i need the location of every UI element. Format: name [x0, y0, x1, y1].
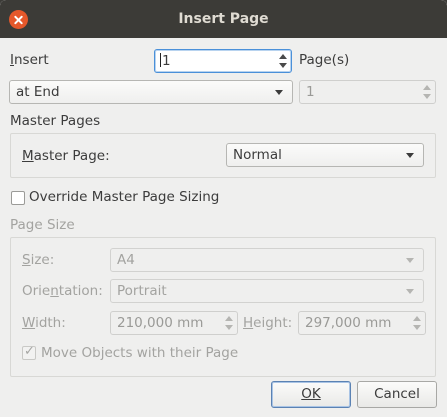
master-page-label: Master Page: — [22, 148, 110, 164]
insert-count-spinbox[interactable]: 1 — [154, 49, 292, 73]
ok-button[interactable]: OK — [271, 381, 351, 408]
insert-position-select[interactable]: at End — [9, 80, 293, 104]
master-page-select[interactable]: Normal — [226, 143, 424, 167]
move-objects-label: Move Objects with their Page — [41, 345, 239, 361]
insert-page-dialog: Insert Page Insert 1 Page(s) at End 1 Ma… — [0, 0, 447, 417]
spin-up-icon[interactable] — [423, 85, 431, 90]
override-sizing-checkbox[interactable] — [11, 191, 25, 205]
size-label: Size: — [22, 252, 55, 268]
size-select[interactable]: A4 — [110, 248, 424, 272]
insert-position-value: at End — [16, 84, 60, 100]
orientation-value: Portrait — [117, 283, 167, 299]
pages-label: Page(s) — [299, 52, 350, 68]
spin-down-icon[interactable] — [279, 63, 287, 68]
insert-count-value: 1 — [162, 53, 171, 69]
master-page-value: Normal — [233, 147, 282, 163]
width-label: Width: — [22, 315, 66, 331]
height-stepper[interactable] — [409, 312, 425, 334]
checkmark-icon: ✓ — [24, 344, 35, 359]
chevron-down-icon — [275, 90, 283, 95]
move-objects-checkbox[interactable]: ✓ — [22, 344, 36, 360]
ok-button-label: OK — [301, 386, 321, 402]
title-bar: Insert Page — [0, 0, 447, 38]
cancel-button[interactable]: Cancel — [357, 381, 437, 408]
position-page-spinbox[interactable]: 1 — [299, 80, 436, 104]
cancel-button-label: Cancel — [374, 386, 420, 402]
chevron-down-icon — [406, 153, 414, 158]
width-stepper[interactable] — [221, 312, 237, 334]
width-spinbox[interactable]: 210,000 mm — [110, 311, 238, 335]
override-sizing-label: Override Master Page Sizing — [29, 189, 220, 205]
chevron-down-icon — [406, 289, 414, 294]
height-spinbox[interactable]: 297,000 mm — [298, 311, 426, 335]
spin-down-icon[interactable] — [423, 94, 431, 99]
position-page-value: 1 — [306, 84, 315, 100]
page-size-section-label: Page Size — [10, 217, 75, 233]
spin-down-icon[interactable] — [413, 325, 421, 330]
orientation-label: Orientation: — [22, 283, 103, 299]
dialog-title: Insert Page — [178, 11, 269, 27]
insert-count-stepper[interactable] — [275, 50, 291, 72]
height-label: Height: — [243, 315, 293, 331]
chevron-down-icon — [406, 258, 414, 263]
spin-up-icon[interactable] — [279, 54, 287, 59]
master-pages-section-label: Master Pages — [10, 113, 101, 129]
spin-down-icon[interactable] — [225, 325, 233, 330]
spin-up-icon[interactable] — [413, 316, 421, 321]
insert-label: Insert — [10, 52, 49, 68]
position-page-stepper[interactable] — [419, 81, 435, 103]
width-value: 210,000 mm — [117, 315, 204, 331]
spin-up-icon[interactable] — [225, 316, 233, 321]
size-value: A4 — [117, 252, 135, 268]
height-value: 297,000 mm — [305, 315, 392, 331]
orientation-select[interactable]: Portrait — [110, 279, 424, 303]
